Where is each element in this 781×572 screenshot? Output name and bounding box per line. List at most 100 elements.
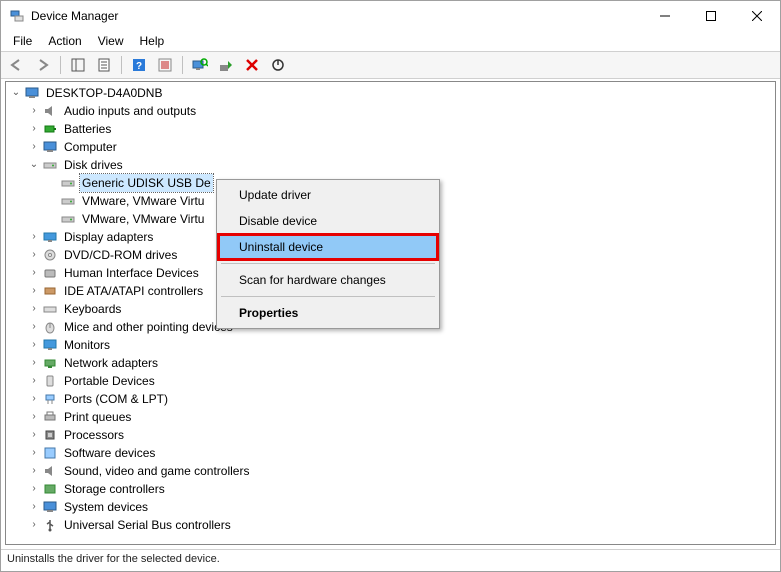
ctx-disable-device[interactable]: Disable device xyxy=(219,208,437,234)
menu-action[interactable]: Action xyxy=(40,32,89,50)
minimize-button[interactable] xyxy=(642,1,688,31)
monitor-icon xyxy=(42,337,58,353)
disk-drive-icon xyxy=(60,193,76,209)
battery-icon xyxy=(42,121,58,137)
chevron-right-icon[interactable]: › xyxy=(26,247,42,263)
toolbar-separator xyxy=(182,56,183,74)
devmgr-icon xyxy=(9,8,25,24)
ctx-separator xyxy=(221,296,435,297)
cpu-icon xyxy=(42,427,58,443)
scan-hardware-button[interactable] xyxy=(188,53,212,77)
action-icon-button[interactable] xyxy=(153,53,177,77)
ctx-update-driver[interactable]: Update driver xyxy=(219,182,437,208)
nav-forward-button[interactable] xyxy=(31,53,55,77)
update-driver-button[interactable] xyxy=(214,53,238,77)
ctx-scan-hardware[interactable]: Scan for hardware changes xyxy=(219,267,437,293)
chevron-right-icon[interactable]: › xyxy=(26,283,42,299)
tree-node-batteries[interactable]: ›Batteries xyxy=(6,120,775,138)
tree-node-usb[interactable]: ›Universal Serial Bus controllers xyxy=(6,516,775,534)
menubar: File Action View Help xyxy=(1,31,780,51)
close-button[interactable] xyxy=(734,1,780,31)
menu-file[interactable]: File xyxy=(5,32,40,50)
chevron-right-icon[interactable]: › xyxy=(26,481,42,497)
context-menu: Update driver Disable device Uninstall d… xyxy=(216,179,440,329)
system-icon xyxy=(42,499,58,515)
toolbar-separator xyxy=(60,56,61,74)
portable-device-icon xyxy=(42,373,58,389)
chevron-right-icon[interactable]: › xyxy=(26,301,42,317)
chevron-right-icon[interactable]: › xyxy=(26,139,42,155)
ctx-uninstall-device[interactable]: Uninstall device xyxy=(219,234,437,260)
menu-view[interactable]: View xyxy=(90,32,132,50)
computer-icon xyxy=(42,139,58,155)
tree-root[interactable]: ⌄ DESKTOP-D4A0DNB xyxy=(6,84,775,102)
window-frame: Device Manager File Action View Help ? ⌄ xyxy=(0,0,781,572)
help-button[interactable]: ? xyxy=(127,53,151,77)
ctx-properties[interactable]: Properties xyxy=(219,300,437,326)
tree-node-printq[interactable]: ›Print queues xyxy=(6,408,775,426)
ctx-separator xyxy=(221,263,435,264)
chevron-right-icon[interactable]: › xyxy=(26,427,42,443)
tree-node-computer[interactable]: ›Computer xyxy=(6,138,775,156)
tree-node-processors[interactable]: ›Processors xyxy=(6,426,775,444)
storage-icon xyxy=(42,481,58,497)
chevron-right-icon[interactable]: › xyxy=(26,445,42,461)
computer-icon xyxy=(24,85,40,101)
chevron-right-icon[interactable]: › xyxy=(26,265,42,281)
tree-node-ports[interactable]: ›Ports (COM & LPT) xyxy=(6,390,775,408)
tree-node-storage[interactable]: ›Storage controllers xyxy=(6,480,775,498)
chevron-down-icon[interactable]: ⌄ xyxy=(8,85,24,101)
tree-node-sound[interactable]: ›Sound, video and game controllers xyxy=(6,462,775,480)
chevron-right-icon[interactable]: › xyxy=(26,319,42,335)
tree-node-disk-drives[interactable]: ⌄Disk drives xyxy=(6,156,775,174)
uninstall-button[interactable] xyxy=(240,53,264,77)
maximize-button[interactable] xyxy=(688,1,734,31)
window-controls xyxy=(642,1,780,31)
svg-text:?: ? xyxy=(136,61,142,72)
chevron-right-icon[interactable]: › xyxy=(26,409,42,425)
statusbar-text: Uninstalls the driver for the selected d… xyxy=(7,553,220,565)
menu-help[interactable]: Help xyxy=(132,32,173,50)
toolbar: ? xyxy=(1,51,780,79)
chevron-down-icon[interactable]: ⌄ xyxy=(26,157,42,173)
chevron-right-icon[interactable]: › xyxy=(26,463,42,479)
chevron-right-icon[interactable]: › xyxy=(26,373,42,389)
tree-node-software[interactable]: ›Software devices xyxy=(6,444,775,462)
disk-drive-icon xyxy=(60,175,76,191)
disk-drive-icon xyxy=(42,157,58,173)
chevron-right-icon[interactable]: › xyxy=(26,121,42,137)
disk-drive-icon xyxy=(60,211,76,227)
statusbar: Uninstalls the driver for the selected d… xyxy=(1,549,780,571)
software-icon xyxy=(42,445,58,461)
tree-node-system[interactable]: ›System devices xyxy=(6,498,775,516)
chevron-right-icon[interactable]: › xyxy=(26,229,42,245)
titlebar: Device Manager xyxy=(1,1,780,31)
ide-icon xyxy=(42,283,58,299)
chevron-right-icon[interactable]: › xyxy=(26,103,42,119)
dvd-icon xyxy=(42,247,58,263)
toolbar-separator xyxy=(121,56,122,74)
usb-icon xyxy=(42,517,58,533)
chevron-right-icon[interactable]: › xyxy=(26,355,42,371)
show-hide-tree-button[interactable] xyxy=(66,53,90,77)
chevron-right-icon[interactable]: › xyxy=(26,337,42,353)
nav-back-button[interactable] xyxy=(5,53,29,77)
port-icon xyxy=(42,391,58,407)
chevron-right-icon[interactable]: › xyxy=(26,391,42,407)
keyboard-icon xyxy=(42,301,58,317)
audio-icon xyxy=(42,103,58,119)
properties-button[interactable] xyxy=(92,53,116,77)
window-title: Device Manager xyxy=(31,9,642,23)
disable-button[interactable] xyxy=(266,53,290,77)
tree-root-label: DESKTOP-D4A0DNB xyxy=(44,84,164,102)
tree-node-monitors[interactable]: ›Monitors xyxy=(6,336,775,354)
sound-icon xyxy=(42,463,58,479)
mouse-icon xyxy=(42,319,58,335)
printer-icon xyxy=(42,409,58,425)
chevron-right-icon[interactable]: › xyxy=(26,517,42,533)
chevron-right-icon[interactable]: › xyxy=(26,499,42,515)
tree-node-portable[interactable]: ›Portable Devices xyxy=(6,372,775,390)
hid-icon xyxy=(42,265,58,281)
tree-node-network[interactable]: ›Network adapters xyxy=(6,354,775,372)
tree-node-audio[interactable]: ›Audio inputs and outputs xyxy=(6,102,775,120)
